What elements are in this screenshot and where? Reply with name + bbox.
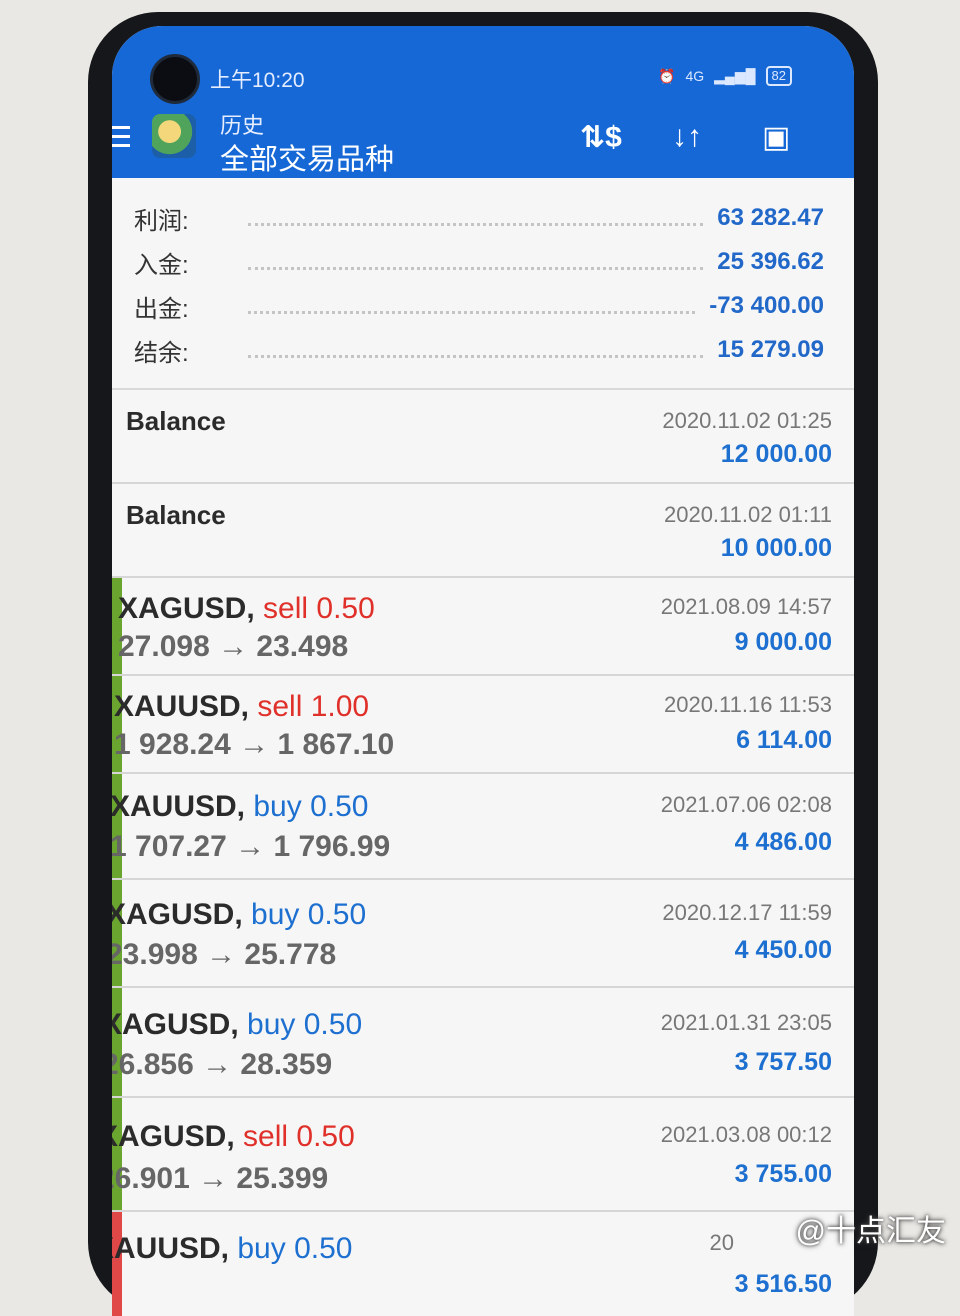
row-prices: 1 928.24 → 1 867.10: [114, 728, 395, 761]
row-volume: 0.50: [303, 1008, 363, 1041]
watermark: @十点汇友: [795, 1215, 946, 1248]
calendar-icon[interactable]: ▣: [762, 120, 790, 155]
battery-icon: 82: [765, 66, 792, 86]
history-row-trade[interactable]: XAGUSD, buy 0.50 23.998 → 25.778 2020.12…: [112, 880, 854, 988]
row-datetime: 2020.11.02 01:11: [663, 502, 832, 527]
row-datetime: 2020.11.16 11:53: [663, 692, 832, 717]
summary-value: 15 279.09: [717, 336, 824, 363]
row-amount: 3 755.00: [734, 1160, 832, 1188]
row-amount: 12 000.00: [720, 440, 832, 468]
history-row-trade[interactable]: XAGUSD, sell 0.50 26.901 → 25.399 2021.0…: [112, 1098, 854, 1212]
row-symbol: XAGUSD, buy 0.50: [112, 1008, 363, 1041]
app-bar: 上午10:20 ⏰ 4G ▂▄▆█ 82 历史 全部交易品种 ⇅$ ↓↑ ▣: [112, 26, 854, 178]
summary-value: 63 282.47: [717, 204, 824, 231]
row-datetime: 2021.01.31 23:05: [660, 1010, 832, 1035]
row-type: buy: [251, 898, 300, 931]
menu-icon[interactable]: [112, 126, 130, 153]
summary-value: -73 400.00: [709, 292, 824, 319]
sort-icon[interactable]: ↓↑: [672, 120, 702, 154]
row-volume: 0.50: [294, 1232, 353, 1265]
row-symbol: XAGUSD, sell 0.50: [118, 592, 375, 625]
row-datetime: 20: [709, 1230, 734, 1255]
alarm-icon: ⏰: [658, 67, 676, 84]
summary-deposit: 入金: 25 396.62: [134, 242, 824, 282]
summary-profit: 利润: 63 282.47: [134, 198, 824, 238]
network-label: 4G: [685, 68, 705, 84]
history-row-trade[interactable]: XAUUSD, sell 1.00 1 928.24 → 1 867.10 20…: [112, 676, 854, 774]
row-amount: 6 114.00: [736, 726, 832, 754]
row-datetime: 2020.11.02 01:25: [662, 408, 832, 433]
row-prices: 27.098 → 23.498: [118, 630, 349, 663]
status-time: 上午10:20: [210, 69, 305, 92]
dotted-leader: [248, 343, 704, 358]
summary-value: 25 396.62: [717, 248, 824, 275]
summary-panel: 利润: 63 282.47 入金: 25 396.62 出金: -73 400.…: [112, 178, 854, 390]
row-datetime: 2020.12.17 11:59: [662, 900, 832, 925]
page-title[interactable]: 全部交易品种: [220, 136, 394, 178]
summary-label: 利润:: [134, 207, 189, 235]
row-prices: 23.998 → 25.778: [112, 938, 337, 971]
row-volume: 0.50: [310, 790, 369, 823]
row-prices: 1 707.27 → 1 796.99: [112, 830, 391, 863]
summary-label: 出金:: [134, 295, 189, 323]
row-type: buy: [247, 1008, 296, 1041]
signal-icon: ▂▄▆█: [714, 67, 756, 84]
summary-balance: 结余: 15 279.09: [134, 330, 824, 370]
row-type: sell: [257, 690, 303, 723]
row-amount: 9 000.00: [734, 628, 832, 656]
front-camera: [150, 54, 200, 104]
dotted-leader: [248, 255, 704, 270]
status-icons: ⏰ 4G ▂▄▆█ 82: [658, 66, 792, 86]
currency-filter-icon[interactable]: ⇅$: [580, 120, 622, 155]
history-row-trade[interactable]: XAGUSD, buy 0.50 26.856 → 28.359 2021.01…: [112, 988, 854, 1098]
row-datetime: 2021.07.06 02:08: [660, 792, 832, 817]
row-amount: 10 000.00: [720, 534, 832, 562]
row-amount: 3 757.50: [734, 1048, 832, 1076]
row-amount: 3 516.50: [734, 1270, 832, 1298]
summary-withdrawal: 出金: -73 400.00: [134, 286, 824, 326]
row-symbol: XAUUSD, buy 0.50: [112, 1232, 353, 1265]
row-datetime: 2021.08.09 14:57: [660, 594, 832, 619]
row-amount: 4 450.00: [734, 936, 832, 964]
row-volume: 0.50: [307, 898, 367, 931]
history-row-trade[interactable]: XAUUSD, buy 0.50 1 707.27 → 1 796.99 202…: [112, 774, 854, 880]
history-row-trade[interactable]: XAUUSD, buy 0.50 20 3 516.50: [112, 1212, 854, 1316]
row-symbol: XAUUSD, sell 1.00: [114, 690, 370, 723]
row-symbol: XAUUSD, buy 0.50: [112, 790, 369, 823]
row-volume: 1.00: [310, 690, 370, 723]
row-type: sell: [263, 592, 309, 625]
row-type: buy: [253, 790, 302, 823]
app-screen: 上午10:20 ⏰ 4G ▂▄▆█ 82 历史 全部交易品种 ⇅$ ↓↑ ▣ 利…: [112, 26, 854, 1316]
row-symbol: XAGUSD, sell 0.50: [112, 1120, 355, 1153]
dotted-leader: [248, 211, 704, 226]
row-volume: 0.50: [316, 592, 375, 625]
row-type: sell: [243, 1120, 289, 1153]
history-row-balance[interactable]: Balance 2020.11.02 01:11 10 000.00: [112, 484, 854, 578]
summary-label: 结余:: [134, 339, 189, 367]
history-row-trade[interactable]: XAGUSD, sell 0.50 27.098 → 23.498 2021.0…: [112, 578, 854, 676]
row-symbol: Balance: [126, 406, 226, 436]
dotted-leader: [248, 299, 696, 314]
row-datetime: 2021.03.08 00:12: [660, 1122, 832, 1147]
row-symbol: XAGUSD, buy 0.50: [112, 898, 367, 931]
row-volume: 0.50: [296, 1120, 355, 1153]
history-row-balance[interactable]: Balance 2020.11.02 01:25 12 000.00: [112, 390, 854, 484]
row-symbol: Balance: [126, 500, 226, 530]
app-logo-icon: [152, 114, 196, 158]
summary-label: 入金:: [134, 251, 189, 279]
row-amount: 4 486.00: [734, 828, 832, 856]
row-type: buy: [237, 1232, 286, 1265]
row-prices: 26.901 → 25.399: [112, 1162, 329, 1195]
row-prices: 26.856 → 28.359: [112, 1048, 333, 1081]
